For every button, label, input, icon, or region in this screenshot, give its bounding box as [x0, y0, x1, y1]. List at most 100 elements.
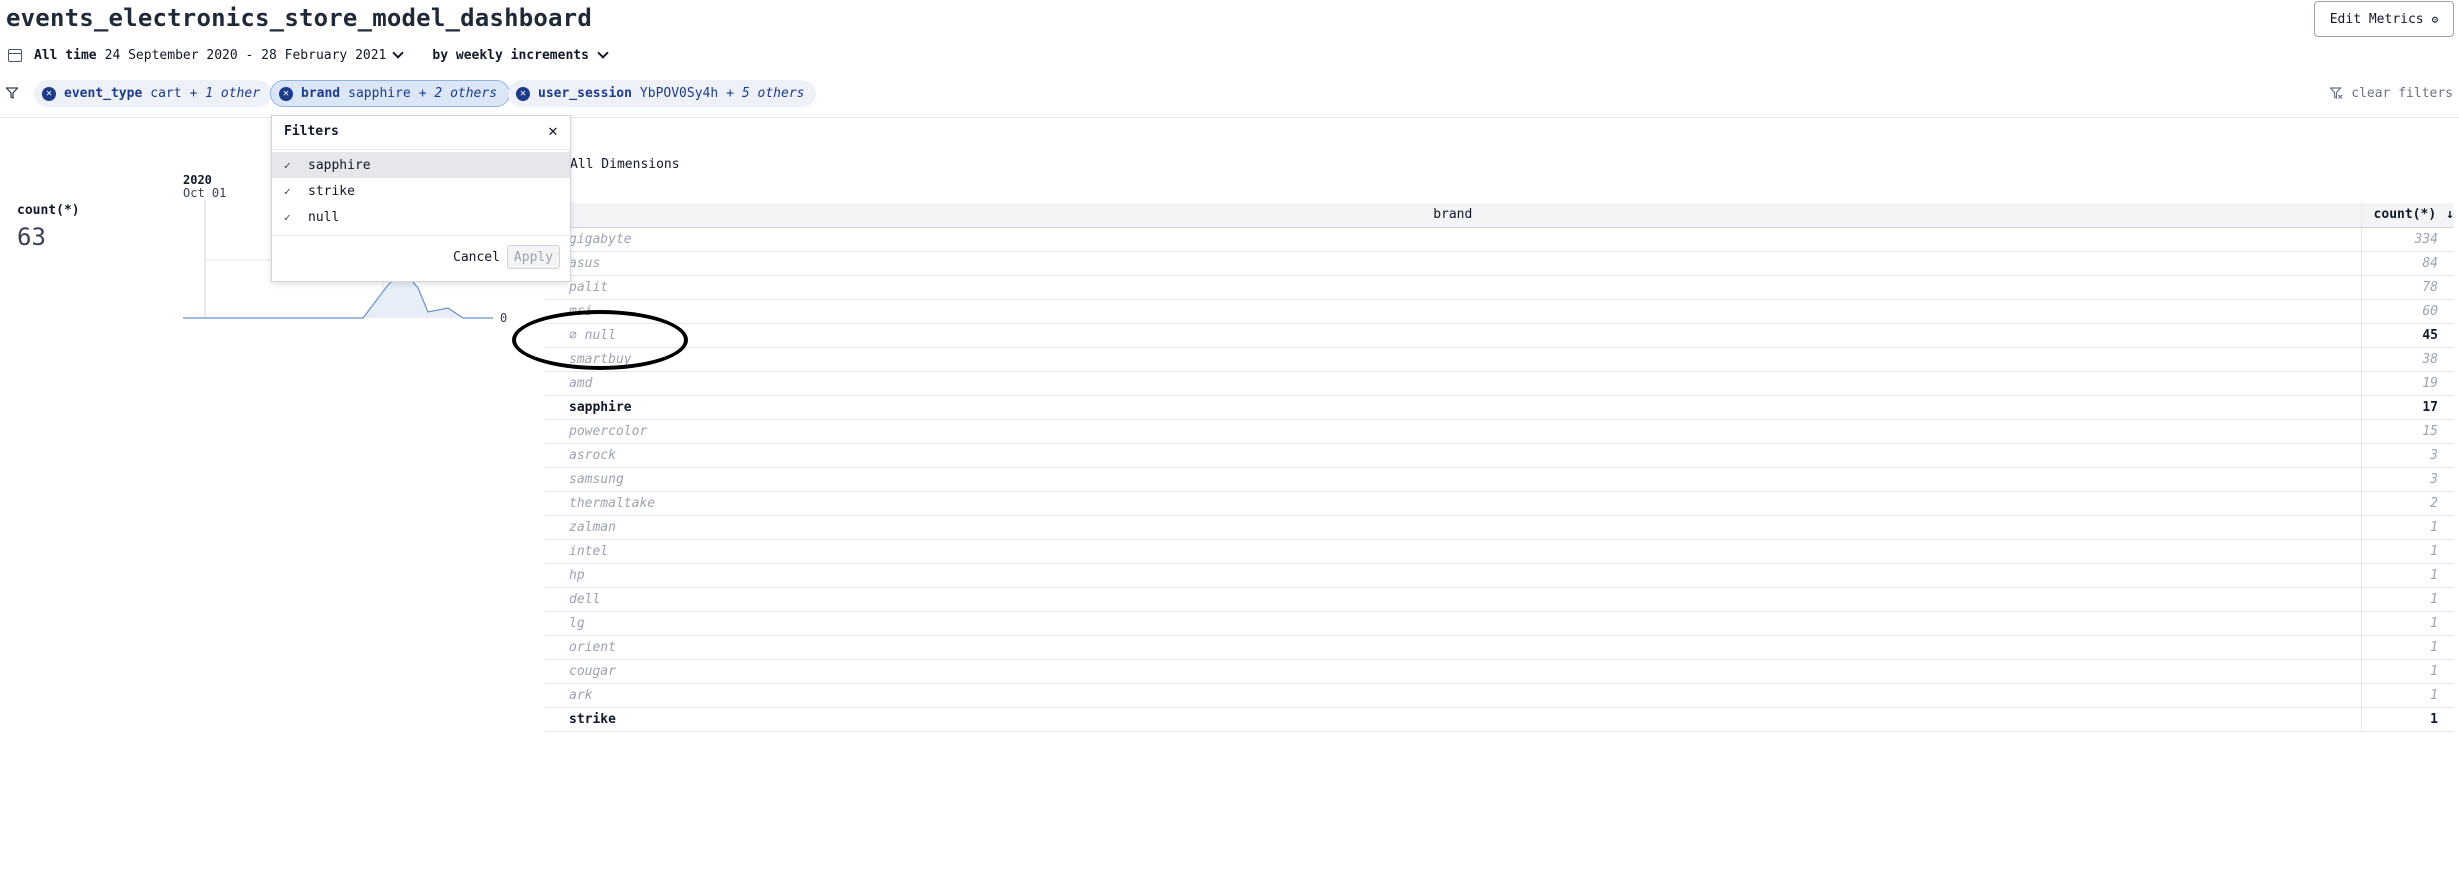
brand-cell: powercolor: [545, 419, 2362, 444]
table-row[interactable]: lg 1: [545, 611, 2454, 636]
filter-pill-brand[interactable]: ✕ brand sapphire + 2 others: [270, 80, 511, 107]
brand-cell: orient: [545, 635, 2362, 660]
table-row[interactable]: amd 19: [545, 371, 2454, 396]
count-cell: 84: [2360, 251, 2454, 276]
count-cell: 1: [2360, 635, 2454, 660]
filter-option-sapphire[interactable]: ✓ sapphire: [272, 152, 570, 178]
time-range-label[interactable]: All time: [34, 48, 97, 63]
edit-metrics-button[interactable]: Edit Metrics ⚙: [2314, 1, 2454, 37]
count-cell: 15: [2360, 419, 2454, 444]
brand-cell: smartbuy: [545, 347, 2362, 372]
brand-column-header[interactable]: brand: [545, 203, 2362, 228]
brand-cell: sapphire: [545, 395, 2362, 420]
table-row[interactable]: gigabyte 334: [545, 227, 2454, 252]
calendar-icon: [8, 48, 22, 62]
filter-popup: Filters ✕ ✓ sapphire ✓ strike ✓ null Can…: [271, 115, 571, 282]
table-row[interactable]: thermaltake 2: [545, 491, 2454, 516]
filter-option-label: strike: [308, 183, 355, 199]
filter-others: + 1 other: [189, 86, 261, 101]
table-row[interactable]: sapphire 17: [545, 395, 2454, 420]
brand-cell: asus: [545, 251, 2362, 276]
page-title: events_electronics_store_model_dashboard: [6, 4, 592, 32]
filter-option-label: sapphire: [308, 157, 371, 173]
brand-table: brand count(*) ↓ gigabyte 334 asus 84 palit…: [545, 203, 2454, 732]
filter-option-null[interactable]: ✓ null: [272, 204, 570, 230]
count-cell: 3: [2360, 443, 2454, 468]
chevron-down-icon[interactable]: [597, 46, 609, 59]
brand-cell: msi: [545, 299, 2362, 324]
table-row[interactable]: asrock 3: [545, 443, 2454, 468]
popup-divider: [272, 235, 570, 236]
close-icon[interactable]: ✕: [544, 121, 562, 140]
filter-option-strike[interactable]: ✓ strike: [272, 178, 570, 204]
table-row[interactable]: orient 1: [545, 635, 2454, 660]
table-row[interactable]: palit 78: [545, 275, 2454, 300]
time-range-dates[interactable]: 24 September 2020 - 28 February 2021: [105, 48, 387, 63]
table-row[interactable]: msi 60: [545, 299, 2454, 324]
table-row[interactable]: ark 1: [545, 683, 2454, 708]
time-controls: All time 24 September 2020 - 28 February…: [8, 46, 609, 64]
count-cell: 3: [2360, 467, 2454, 492]
table-row[interactable]: ∅ null 45: [545, 323, 2454, 348]
clear-filters-button[interactable]: clear filters: [2330, 86, 2453, 101]
table-row[interactable]: dell 1: [545, 587, 2454, 612]
remove-filter-icon[interactable]: ✕: [279, 86, 293, 101]
table-row[interactable]: strike 1: [545, 707, 2454, 732]
table-row[interactable]: cougar 1: [545, 659, 2454, 684]
sparkline-year: 2020: [183, 173, 212, 187]
filter-icon: [6, 87, 18, 99]
table-row[interactable]: hp 1: [545, 563, 2454, 588]
filter-dimension: user_session: [538, 86, 632, 101]
filter-bar: ✕ event_type cart + 1 other ✕ brand sapp…: [0, 78, 2459, 118]
sparkline-zero-label: 0: [500, 311, 508, 325]
popup-divider: [272, 149, 570, 150]
remove-filter-icon[interactable]: ✕: [516, 86, 530, 101]
metric-label: count(*): [17, 203, 80, 218]
table-row[interactable]: powercolor 15: [545, 419, 2454, 444]
table-row[interactable]: intel 1: [545, 539, 2454, 564]
edit-metrics-label: Edit Metrics: [2329, 11, 2424, 27]
filter-pill-user-session[interactable]: ✕ user_session YbPOV0Sy4h + 5 others: [508, 80, 817, 107]
count-cell: 45: [2360, 323, 2454, 348]
chevron-down-icon[interactable]: [392, 46, 405, 59]
metric-value: 63: [17, 223, 46, 251]
brand-cell: thermaltake: [545, 491, 2362, 516]
brand-cell: ∅ null: [545, 323, 2362, 348]
check-icon: ✓: [284, 184, 291, 198]
table-row[interactable]: zalman 1: [545, 515, 2454, 540]
filter-dimension: event_type: [64, 86, 143, 101]
brand-cell: strike: [545, 707, 2362, 732]
check-icon: ✓: [284, 210, 291, 224]
apply-button[interactable]: Apply: [507, 245, 560, 269]
brand-cell: cougar: [545, 659, 2362, 684]
brand-cell: samsung: [545, 467, 2362, 492]
count-cell: 17: [2360, 395, 2454, 420]
count-column-header[interactable]: count(*) ↓: [2360, 203, 2454, 228]
filter-values: YbPOV0Sy4h: [639, 86, 719, 101]
brand-cell: intel: [545, 539, 2362, 564]
count-cell: 1: [2360, 707, 2454, 732]
brand-cell: ark: [545, 683, 2362, 708]
sparkline-date: Oct 01: [183, 186, 227, 200]
cancel-button[interactable]: Cancel: [447, 246, 506, 268]
sort-desc-icon: ↓: [2446, 207, 2454, 223]
filter-option-label: null: [308, 209, 340, 225]
brand-cell: dell: [545, 587, 2362, 612]
gear-icon: ⚙: [2431, 12, 2439, 26]
filter-pill-event-type[interactable]: ✕ event_type cart + 1 other: [34, 80, 273, 107]
brand-cell: gigabyte: [545, 227, 2362, 252]
count-cell: 1: [2360, 587, 2454, 612]
remove-filter-icon[interactable]: ✕: [42, 86, 56, 101]
popup-title: Filters: [284, 124, 339, 139]
table-row[interactable]: smartbuy 38: [545, 347, 2454, 372]
count-cell: 19: [2360, 371, 2454, 396]
count-cell: 38: [2360, 347, 2454, 372]
brand-cell: asrock: [545, 443, 2362, 468]
count-cell: 1: [2360, 539, 2454, 564]
count-cell: 1: [2360, 563, 2454, 588]
brand-cell: palit: [545, 275, 2362, 300]
time-grain-selector[interactable]: by weekly increments: [432, 48, 589, 63]
table-row[interactable]: samsung 3: [545, 467, 2454, 492]
table-row[interactable]: asus 84: [545, 251, 2454, 276]
filter-dimension: brand: [301, 86, 341, 101]
